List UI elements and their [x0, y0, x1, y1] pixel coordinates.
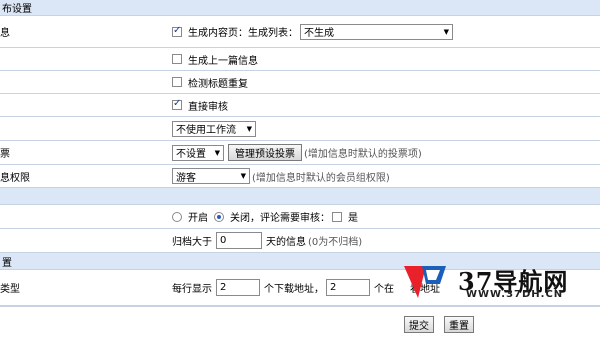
generate-controls: 生成内容页： 生成列表： 不生成 ▼ [172, 16, 453, 47]
chevron-down-icon: ▼ [214, 148, 220, 157]
archive-suffix: 天的信息 [266, 237, 306, 248]
watermark-url: WWW.37DH.CN [466, 289, 564, 300]
section-header-publish: 布设置 [0, 0, 600, 16]
section-title: 布设置 [2, 4, 32, 15]
logo-mark-icon [404, 266, 446, 298]
check-title-duplicate-label: 检测标题重复 [188, 78, 248, 90]
row-generate: 息 生成内容页： 生成列表： 不生成 ▼ [0, 16, 600, 48]
comment-close-radio[interactable] [214, 211, 224, 222]
download-prefix: 每行显示 [172, 284, 212, 295]
permission-controls: 游客 ▼ (增加信息时默认的会员组权限) [172, 165, 390, 187]
comment-open-label: 开启 [188, 213, 208, 224]
generate-prev-next-label: 生成上一篇信息 [188, 55, 258, 67]
permission-select[interactable]: 游客 ▼ [172, 168, 250, 184]
comment-open-radio[interactable] [172, 211, 182, 222]
row-label: 息 [0, 28, 10, 39]
prev-next-controls: 生成上一篇信息 [172, 48, 258, 70]
comment-review-label: 是 [348, 213, 358, 224]
row-label-permission: 息权限 [0, 172, 30, 184]
row-archive: 归档大于 0 天的信息 (0为不归档) [0, 229, 600, 253]
chevron-down-icon: ▼ [240, 172, 246, 180]
comment-review-checkbox[interactable] [332, 211, 342, 222]
row-permission: 息权限 游客 ▼ (增加信息时默认的会员组权限) [0, 165, 600, 188]
section-header-blank [0, 188, 600, 205]
generate-content-checkbox[interactable] [172, 25, 182, 37]
vote-note: (增加信息时默认的投票项) [304, 149, 422, 160]
direct-review-controls: 直接审核 [172, 94, 228, 116]
download-suffix: 个在 [374, 284, 394, 295]
manage-vote-button[interactable]: 管理预设投票 [228, 144, 302, 161]
vote-select[interactable]: 不设置 ▼ [172, 144, 224, 161]
archive-controls: 归档大于 0 天的信息 (0为不归档) [172, 229, 362, 252]
download-count-input[interactable]: 2 [216, 279, 260, 296]
direct-review-label: 直接审核 [188, 101, 228, 113]
action-bar: 提交 重置 [0, 306, 600, 341]
download-count-value: 2 [220, 282, 227, 293]
generate-content-label: 生成内容页： [188, 28, 248, 39]
archive-note: (0为不归档) [308, 237, 363, 248]
workflow-controls: 不使用工作流 ▼ [172, 117, 256, 140]
vote-controls: 不设置 ▼ 管理预设投票 (增加信息时默认的投票项) [172, 141, 422, 164]
row-vote: 票 不设置 ▼ 管理预设投票 (增加信息时默认的投票项) [0, 141, 600, 165]
generate-list-value: 不生成 [304, 28, 334, 39]
archive-prefix: 归档大于 [172, 237, 212, 248]
direct-review-checkbox[interactable] [172, 98, 182, 110]
online-count-input[interactable]: 2 [326, 279, 370, 296]
reset-button[interactable]: 重置 [444, 316, 474, 333]
row-check-title: 检测标题重复 [0, 71, 600, 94]
permission-note: (增加信息时默认的会员组权限) [252, 172, 390, 184]
workflow-select[interactable]: 不使用工作流 ▼ [172, 120, 256, 137]
row-workflow: 不使用工作流 ▼ [0, 117, 600, 141]
online-count-value: 2 [330, 282, 337, 293]
generate-list-select[interactable]: 不生成 ▼ [300, 23, 453, 40]
submit-button[interactable]: 提交 [404, 316, 434, 333]
comment-close-label: 关闭，评论需要审核： [230, 213, 330, 224]
chevron-down-icon: ▼ [443, 27, 449, 36]
permission-value: 游客 [176, 172, 196, 184]
row-comment: 开启 关闭，评论需要审核： 是 [0, 205, 600, 229]
comment-controls: 开启 关闭，评论需要审核： 是 [172, 205, 358, 228]
generate-list-label: 生成列表： [248, 28, 298, 39]
section-title-download: 置 [2, 257, 12, 269]
generate-prev-next-checkbox[interactable] [172, 54, 182, 64]
archive-days-input[interactable]: 0 [216, 232, 262, 249]
check-title-controls: 检测标题重复 [172, 71, 248, 93]
chevron-down-icon: ▼ [246, 124, 252, 133]
row-direct-review: 直接审核 [0, 94, 600, 117]
row-prev-next: 生成上一篇信息 [0, 48, 600, 71]
vote-value: 不设置 [176, 149, 206, 160]
row-label-download-type: 类型 [0, 284, 20, 295]
archive-days-value: 0 [220, 235, 227, 246]
workflow-value: 不使用工作流 [176, 125, 236, 136]
watermark-logo: 37导航网 WWW.37DH.CN [396, 262, 596, 302]
check-title-duplicate-checkbox[interactable] [172, 77, 182, 87]
row-label-vote: 票 [0, 149, 10, 160]
download-mid: 个下载地址， [264, 284, 324, 295]
